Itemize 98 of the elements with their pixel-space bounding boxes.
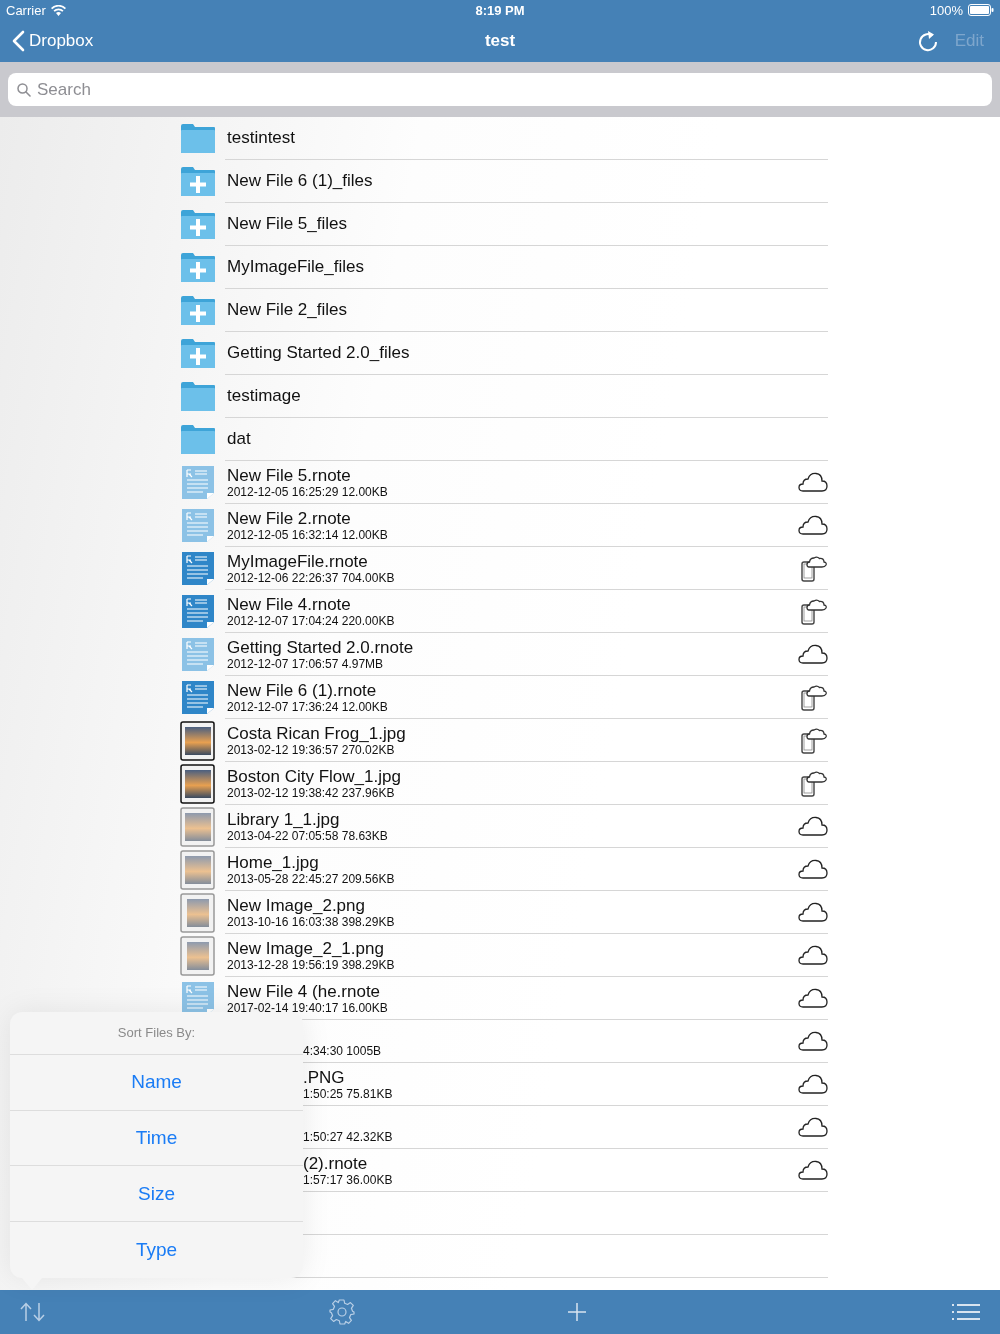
file-row[interactable]: Home_1.jpg 2013-05-28 22:45:27 209.56KB <box>170 848 828 891</box>
folder-plus-icon <box>179 209 216 240</box>
folder-name: testintest <box>227 128 296 148</box>
refresh-icon[interactable] <box>916 29 939 53</box>
file-name: Costa Rican Frog_1.jpg <box>227 724 406 743</box>
folder-name: dat <box>227 429 251 449</box>
image-file-icon <box>179 935 216 976</box>
file-row[interactable]: New File 6 (1).rnote 2012-12-07 17:36:24 12.00KB <box>170 676 828 719</box>
sort-option[interactable]: Type <box>10 1222 303 1278</box>
folder-name: New File 5_files <box>227 214 347 234</box>
folder-name: New File 6 (1)_files <box>227 171 373 191</box>
add-icon[interactable] <box>567 1302 587 1322</box>
file-name: New Image_2.png <box>227 896 366 915</box>
folder-icon <box>179 381 216 412</box>
file-name: (2).rnote <box>303 1154 369 1173</box>
file-details: 1:57:17 36.00KB <box>303 1173 393 1188</box>
folder-name: MyImageFile_files <box>227 257 364 277</box>
image-file-icon <box>179 849 216 890</box>
file-details: 2013-02-12 19:38:42 237.96KB <box>227 786 396 801</box>
file-row[interactable]: New File 2.rnote 2012-12-05 16:32:14 12.00KB <box>170 504 828 547</box>
note-document-icon <box>180 594 215 629</box>
list-icon[interactable] <box>952 1303 980 1321</box>
file-row[interactable]: New File 5.rnote 2012-12-05 16:25:29 12.00KB <box>170 461 828 504</box>
file-name: MyImageFile.rnote <box>227 552 369 571</box>
file-details: 4:34:30 1005B <box>303 1044 382 1059</box>
file-details: 2013-04-22 07:05:58 78.63KB <box>227 829 388 844</box>
file-row[interactable]: New File 4.rnote 2012-12-07 17:04:24 220.00KB <box>170 590 828 633</box>
clock-time: 8:19 PM <box>475 2 525 18</box>
file-name: Getting Started 2.0.rnote <box>227 638 414 657</box>
image-file-icon <box>179 763 216 804</box>
file-row[interactable]: testintest <box>170 117 828 160</box>
image-file-icon <box>179 720 216 761</box>
note-document-icon <box>180 508 215 543</box>
carrier-label: Carrier <box>6 2 46 18</box>
file-row[interactable]: New Image_2.png 2013-10-16 16:03:38 398.29KB <box>170 891 828 934</box>
sort-option[interactable]: Time <box>10 1110 303 1167</box>
image-file-icon <box>179 892 216 933</box>
chevron-left-icon <box>12 30 25 52</box>
note-document-icon <box>180 465 215 500</box>
folder-plus-icon <box>179 338 216 369</box>
file-details: 1:50:27 42.32KB <box>303 1130 393 1145</box>
note-document-icon <box>180 637 215 672</box>
file-row[interactable]: Getting Started 2.0.rnote 2012-12-07 17:06:57 4.97MB <box>170 633 828 676</box>
file-row[interactable]: Costa Rican Frog_1.jpg 2013-02-12 19:36:57 270.02KB <box>170 719 828 762</box>
file-name: Home_1.jpg <box>227 853 320 872</box>
popover-title: Sort Files By: <box>10 1012 303 1055</box>
file-name: .PNG <box>303 1068 346 1087</box>
folder-icon <box>179 424 216 455</box>
settings-icon[interactable] <box>329 1299 355 1325</box>
battery-percent: 100% <box>929 2 963 18</box>
folder-plus-icon <box>179 252 216 283</box>
folder-name: testimage <box>227 386 301 406</box>
file-name: Library 1_1.jpg <box>227 810 341 829</box>
folder-icon <box>179 123 216 154</box>
file-row[interactable]: New File 2_files <box>170 289 828 332</box>
file-name: New File 5.rnote <box>227 466 352 485</box>
note-document-icon <box>180 680 215 715</box>
back-button[interactable]: Dropbox <box>12 30 152 52</box>
file-row[interactable]: New File 5_files <box>170 203 828 246</box>
folder-name: New File 2_files <box>227 300 347 320</box>
folder-name: Getting Started 2.0_files <box>227 343 410 363</box>
file-details: 2013-02-12 19:36:57 270.02KB <box>227 743 396 758</box>
file-details: 2013-05-28 22:45:27 209.56KB <box>227 872 395 887</box>
file-details: 2012-12-06 22:26:37 704.00KB <box>227 571 395 586</box>
sort-icon[interactable] <box>20 1302 46 1322</box>
file-row[interactable]: Boston City Flow_1.jpg 2013-02-12 19:38:42 237.96KB <box>170 762 828 805</box>
file-row[interactable]: Library 1_1.jpg 2013-04-22 07:05:58 78.63KB <box>170 805 828 848</box>
file-row[interactable]: MyImageFile.rnote 2012-12-06 22:26:37 704.00KB <box>170 547 828 590</box>
sort-option[interactable]: Size <box>10 1166 303 1223</box>
file-name: Boston City Flow_1.jpg <box>227 767 401 786</box>
file-details: 2012-12-05 16:32:14 12.00KB <box>227 528 388 543</box>
file-details: 2013-10-16 16:03:38 398.29KB <box>227 915 395 930</box>
search-field[interactable]: Search <box>8 73 992 106</box>
file-details: 2012-12-05 16:25:29 12.00KB <box>227 485 388 500</box>
file-name: New File 2.rnote <box>227 509 352 528</box>
file-details: 2013-12-28 19:56:19 398.29KB <box>227 958 395 973</box>
file-row[interactable]: New Image_2_1.png 2013-12-28 19:56:19 398.29KB <box>170 934 828 977</box>
battery-icon <box>968 4 994 16</box>
sort-option[interactable]: Name <box>10 1054 303 1111</box>
file-row[interactable]: testimage <box>170 375 828 418</box>
folder-title: test <box>484 31 516 51</box>
folder-plus-icon <box>179 166 216 197</box>
file-row[interactable]: MyImageFile_files <box>170 246 828 289</box>
file-details: 1:50:25 75.81KB <box>303 1087 393 1102</box>
image-file-icon <box>179 806 216 847</box>
file-name: New File 4.rnote <box>227 595 352 614</box>
file-name: New Image_2_1.png <box>227 939 385 958</box>
file-row[interactable]: Getting Started 2.0_files <box>170 332 828 375</box>
file-name: New File 4 (he.rnote <box>227 982 382 1001</box>
wifi-icon <box>50 4 66 16</box>
file-row[interactable]: dat <box>170 418 828 461</box>
file-row[interactable]: New File 6 (1)_files <box>170 160 828 203</box>
file-details: 2012-12-07 17:04:24 220.00KB <box>227 614 395 629</box>
note-document-icon <box>180 551 215 586</box>
file-details: 2012-12-07 17:06:57 4.97MB <box>227 657 385 672</box>
folder-plus-icon <box>179 295 216 326</box>
file-details: 2012-12-07 17:36:24 12.00KB <box>227 700 388 715</box>
file-name: New File 6 (1).rnote <box>227 681 378 700</box>
